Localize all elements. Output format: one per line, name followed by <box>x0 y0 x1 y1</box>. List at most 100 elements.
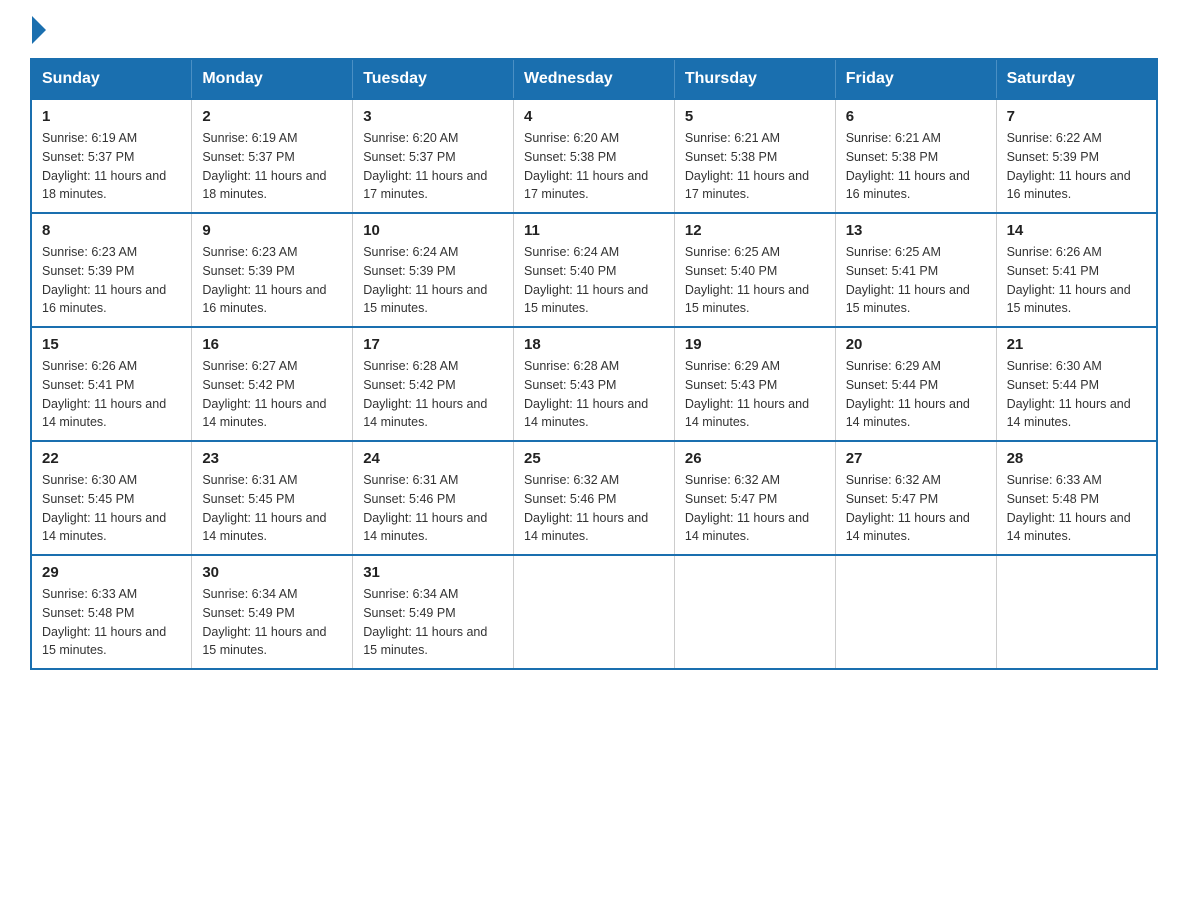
day-number: 31 <box>363 564 503 581</box>
weekday-header-saturday: Saturday <box>996 59 1157 99</box>
day-info: Sunrise: 6:26 AMSunset: 5:41 PMDaylight:… <box>42 357 181 432</box>
day-number: 15 <box>42 336 181 353</box>
calendar-day-cell: 25 Sunrise: 6:32 AMSunset: 5:46 PMDaylig… <box>514 441 675 555</box>
calendar-day-cell: 18 Sunrise: 6:28 AMSunset: 5:43 PMDaylig… <box>514 327 675 441</box>
calendar-day-cell: 22 Sunrise: 6:30 AMSunset: 5:45 PMDaylig… <box>31 441 192 555</box>
day-info: Sunrise: 6:19 AMSunset: 5:37 PMDaylight:… <box>42 129 181 204</box>
calendar-day-cell: 27 Sunrise: 6:32 AMSunset: 5:47 PMDaylig… <box>835 441 996 555</box>
day-info: Sunrise: 6:33 AMSunset: 5:48 PMDaylight:… <box>1007 471 1146 546</box>
calendar-day-cell: 29 Sunrise: 6:33 AMSunset: 5:48 PMDaylig… <box>31 555 192 669</box>
weekday-header-monday: Monday <box>192 59 353 99</box>
calendar-day-cell <box>996 555 1157 669</box>
day-info: Sunrise: 6:32 AMSunset: 5:47 PMDaylight:… <box>685 471 825 546</box>
day-number: 3 <box>363 108 503 125</box>
day-number: 17 <box>363 336 503 353</box>
weekday-header-wednesday: Wednesday <box>514 59 675 99</box>
calendar-body: 1 Sunrise: 6:19 AMSunset: 5:37 PMDayligh… <box>31 99 1157 669</box>
logo-arrow-icon <box>32 16 46 44</box>
calendar-day-cell: 3 Sunrise: 6:20 AMSunset: 5:37 PMDayligh… <box>353 99 514 213</box>
calendar-day-cell <box>835 555 996 669</box>
calendar-day-cell: 7 Sunrise: 6:22 AMSunset: 5:39 PMDayligh… <box>996 99 1157 213</box>
day-number: 18 <box>524 336 664 353</box>
weekday-header-sunday: Sunday <box>31 59 192 99</box>
calendar-day-cell: 12 Sunrise: 6:25 AMSunset: 5:40 PMDaylig… <box>674 213 835 327</box>
day-info: Sunrise: 6:26 AMSunset: 5:41 PMDaylight:… <box>1007 243 1146 318</box>
day-info: Sunrise: 6:23 AMSunset: 5:39 PMDaylight:… <box>42 243 181 318</box>
calendar-day-cell: 31 Sunrise: 6:34 AMSunset: 5:49 PMDaylig… <box>353 555 514 669</box>
day-info: Sunrise: 6:31 AMSunset: 5:46 PMDaylight:… <box>363 471 503 546</box>
day-info: Sunrise: 6:31 AMSunset: 5:45 PMDaylight:… <box>202 471 342 546</box>
day-number: 11 <box>524 222 664 239</box>
day-info: Sunrise: 6:21 AMSunset: 5:38 PMDaylight:… <box>685 129 825 204</box>
calendar-day-cell: 15 Sunrise: 6:26 AMSunset: 5:41 PMDaylig… <box>31 327 192 441</box>
day-number: 16 <box>202 336 342 353</box>
calendar-week-row: 29 Sunrise: 6:33 AMSunset: 5:48 PMDaylig… <box>31 555 1157 669</box>
day-number: 27 <box>846 450 986 467</box>
calendar-day-cell: 13 Sunrise: 6:25 AMSunset: 5:41 PMDaylig… <box>835 213 996 327</box>
calendar-day-cell: 2 Sunrise: 6:19 AMSunset: 5:37 PMDayligh… <box>192 99 353 213</box>
weekday-header-friday: Friday <box>835 59 996 99</box>
day-info: Sunrise: 6:19 AMSunset: 5:37 PMDaylight:… <box>202 129 342 204</box>
calendar-week-row: 1 Sunrise: 6:19 AMSunset: 5:37 PMDayligh… <box>31 99 1157 213</box>
day-info: Sunrise: 6:29 AMSunset: 5:43 PMDaylight:… <box>685 357 825 432</box>
calendar-table: SundayMondayTuesdayWednesdayThursdayFrid… <box>30 58 1158 670</box>
day-info: Sunrise: 6:20 AMSunset: 5:38 PMDaylight:… <box>524 129 664 204</box>
day-info: Sunrise: 6:28 AMSunset: 5:43 PMDaylight:… <box>524 357 664 432</box>
calendar-day-cell: 8 Sunrise: 6:23 AMSunset: 5:39 PMDayligh… <box>31 213 192 327</box>
logo <box>30 20 46 38</box>
day-info: Sunrise: 6:34 AMSunset: 5:49 PMDaylight:… <box>363 585 503 660</box>
calendar-day-cell <box>674 555 835 669</box>
weekday-header-row: SundayMondayTuesdayWednesdayThursdayFrid… <box>31 59 1157 99</box>
day-info: Sunrise: 6:29 AMSunset: 5:44 PMDaylight:… <box>846 357 986 432</box>
day-info: Sunrise: 6:32 AMSunset: 5:46 PMDaylight:… <box>524 471 664 546</box>
day-number: 6 <box>846 108 986 125</box>
calendar-day-cell: 10 Sunrise: 6:24 AMSunset: 5:39 PMDaylig… <box>353 213 514 327</box>
calendar-day-cell: 30 Sunrise: 6:34 AMSunset: 5:49 PMDaylig… <box>192 555 353 669</box>
calendar-day-cell: 11 Sunrise: 6:24 AMSunset: 5:40 PMDaylig… <box>514 213 675 327</box>
day-number: 29 <box>42 564 181 581</box>
day-number: 13 <box>846 222 986 239</box>
day-info: Sunrise: 6:34 AMSunset: 5:49 PMDaylight:… <box>202 585 342 660</box>
day-info: Sunrise: 6:30 AMSunset: 5:44 PMDaylight:… <box>1007 357 1146 432</box>
day-number: 25 <box>524 450 664 467</box>
day-info: Sunrise: 6:22 AMSunset: 5:39 PMDaylight:… <box>1007 129 1146 204</box>
calendar-day-cell: 23 Sunrise: 6:31 AMSunset: 5:45 PMDaylig… <box>192 441 353 555</box>
calendar-day-cell: 28 Sunrise: 6:33 AMSunset: 5:48 PMDaylig… <box>996 441 1157 555</box>
day-number: 22 <box>42 450 181 467</box>
day-info: Sunrise: 6:28 AMSunset: 5:42 PMDaylight:… <box>363 357 503 432</box>
calendar-day-cell: 20 Sunrise: 6:29 AMSunset: 5:44 PMDaylig… <box>835 327 996 441</box>
day-number: 4 <box>524 108 664 125</box>
page-header <box>30 20 1158 38</box>
day-info: Sunrise: 6:32 AMSunset: 5:47 PMDaylight:… <box>846 471 986 546</box>
day-info: Sunrise: 6:25 AMSunset: 5:40 PMDaylight:… <box>685 243 825 318</box>
day-info: Sunrise: 6:21 AMSunset: 5:38 PMDaylight:… <box>846 129 986 204</box>
weekday-header-tuesday: Tuesday <box>353 59 514 99</box>
day-number: 30 <box>202 564 342 581</box>
day-number: 14 <box>1007 222 1146 239</box>
day-number: 23 <box>202 450 342 467</box>
calendar-day-cell: 21 Sunrise: 6:30 AMSunset: 5:44 PMDaylig… <box>996 327 1157 441</box>
day-number: 8 <box>42 222 181 239</box>
calendar-day-cell: 19 Sunrise: 6:29 AMSunset: 5:43 PMDaylig… <box>674 327 835 441</box>
day-number: 24 <box>363 450 503 467</box>
day-number: 5 <box>685 108 825 125</box>
calendar-day-cell: 14 Sunrise: 6:26 AMSunset: 5:41 PMDaylig… <box>996 213 1157 327</box>
day-number: 1 <box>42 108 181 125</box>
calendar-day-cell: 24 Sunrise: 6:31 AMSunset: 5:46 PMDaylig… <box>353 441 514 555</box>
day-info: Sunrise: 6:24 AMSunset: 5:40 PMDaylight:… <box>524 243 664 318</box>
calendar-day-cell: 6 Sunrise: 6:21 AMSunset: 5:38 PMDayligh… <box>835 99 996 213</box>
calendar-day-cell: 16 Sunrise: 6:27 AMSunset: 5:42 PMDaylig… <box>192 327 353 441</box>
day-info: Sunrise: 6:25 AMSunset: 5:41 PMDaylight:… <box>846 243 986 318</box>
day-number: 19 <box>685 336 825 353</box>
day-number: 7 <box>1007 108 1146 125</box>
day-number: 9 <box>202 222 342 239</box>
calendar-day-cell: 4 Sunrise: 6:20 AMSunset: 5:38 PMDayligh… <box>514 99 675 213</box>
day-number: 21 <box>1007 336 1146 353</box>
calendar-day-cell: 17 Sunrise: 6:28 AMSunset: 5:42 PMDaylig… <box>353 327 514 441</box>
calendar-day-cell: 1 Sunrise: 6:19 AMSunset: 5:37 PMDayligh… <box>31 99 192 213</box>
calendar-day-cell: 26 Sunrise: 6:32 AMSunset: 5:47 PMDaylig… <box>674 441 835 555</box>
day-info: Sunrise: 6:24 AMSunset: 5:39 PMDaylight:… <box>363 243 503 318</box>
calendar-day-cell: 5 Sunrise: 6:21 AMSunset: 5:38 PMDayligh… <box>674 99 835 213</box>
day-number: 12 <box>685 222 825 239</box>
day-info: Sunrise: 6:20 AMSunset: 5:37 PMDaylight:… <box>363 129 503 204</box>
